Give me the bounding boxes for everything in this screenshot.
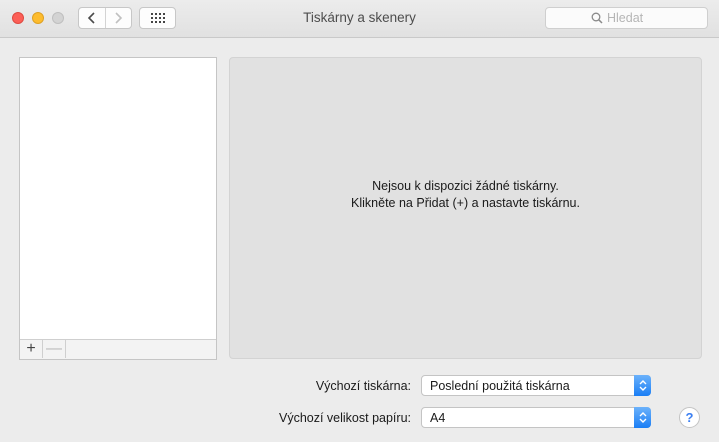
window: Tiskárny a skenery Hledat + — Nejsou k d… [0, 0, 719, 442]
paper-size-value: A4 [430, 411, 446, 425]
paper-size-popup[interactable]: A4 [421, 407, 651, 428]
forward-button[interactable] [104, 8, 132, 28]
empty-message: Nejsou k dispozici žádné tiskárny. Klikn… [230, 178, 701, 212]
search-icon [591, 12, 603, 24]
printer-list-toolbar: + — [20, 339, 216, 359]
chevron-left-icon [87, 12, 95, 24]
popup-arrows-icon [634, 407, 651, 428]
back-button[interactable] [79, 8, 105, 28]
grid-icon [150, 13, 165, 23]
help-button[interactable]: ? [679, 407, 700, 428]
show-all-button[interactable] [139, 7, 176, 29]
add-printer-button[interactable]: + [20, 340, 43, 358]
search-placeholder: Hledat [607, 11, 644, 25]
empty-message-line-1: Nejsou k dispozici žádné tiskárny. [372, 179, 559, 193]
search-field[interactable]: Hledat [545, 7, 708, 29]
popup-arrows-icon [634, 375, 651, 396]
empty-message-line-2: Klikněte na Přidat (+) a nastavte tiskár… [351, 196, 580, 210]
paper-size-label: Výchozí velikost papíru: [278, 411, 411, 425]
title-bar: Tiskárny a skenery Hledat [0, 0, 719, 38]
remove-printer-button[interactable]: — [43, 340, 66, 358]
close-window-button[interactable] [12, 12, 24, 24]
default-printer-value: Poslední použitá tiskárna [430, 379, 570, 393]
printer-list[interactable]: + — [19, 57, 217, 360]
zoom-window-button[interactable] [52, 12, 64, 24]
default-printer-label: Výchozí tiskárna: [315, 379, 411, 393]
minimize-window-button[interactable] [32, 12, 44, 24]
chevron-right-icon [115, 12, 123, 24]
default-printer-popup[interactable]: Poslední použitá tiskárna [421, 375, 651, 396]
navigation-buttons [78, 7, 132, 29]
printer-detail-panel: Nejsou k dispozici žádné tiskárny. Klikn… [229, 57, 702, 359]
